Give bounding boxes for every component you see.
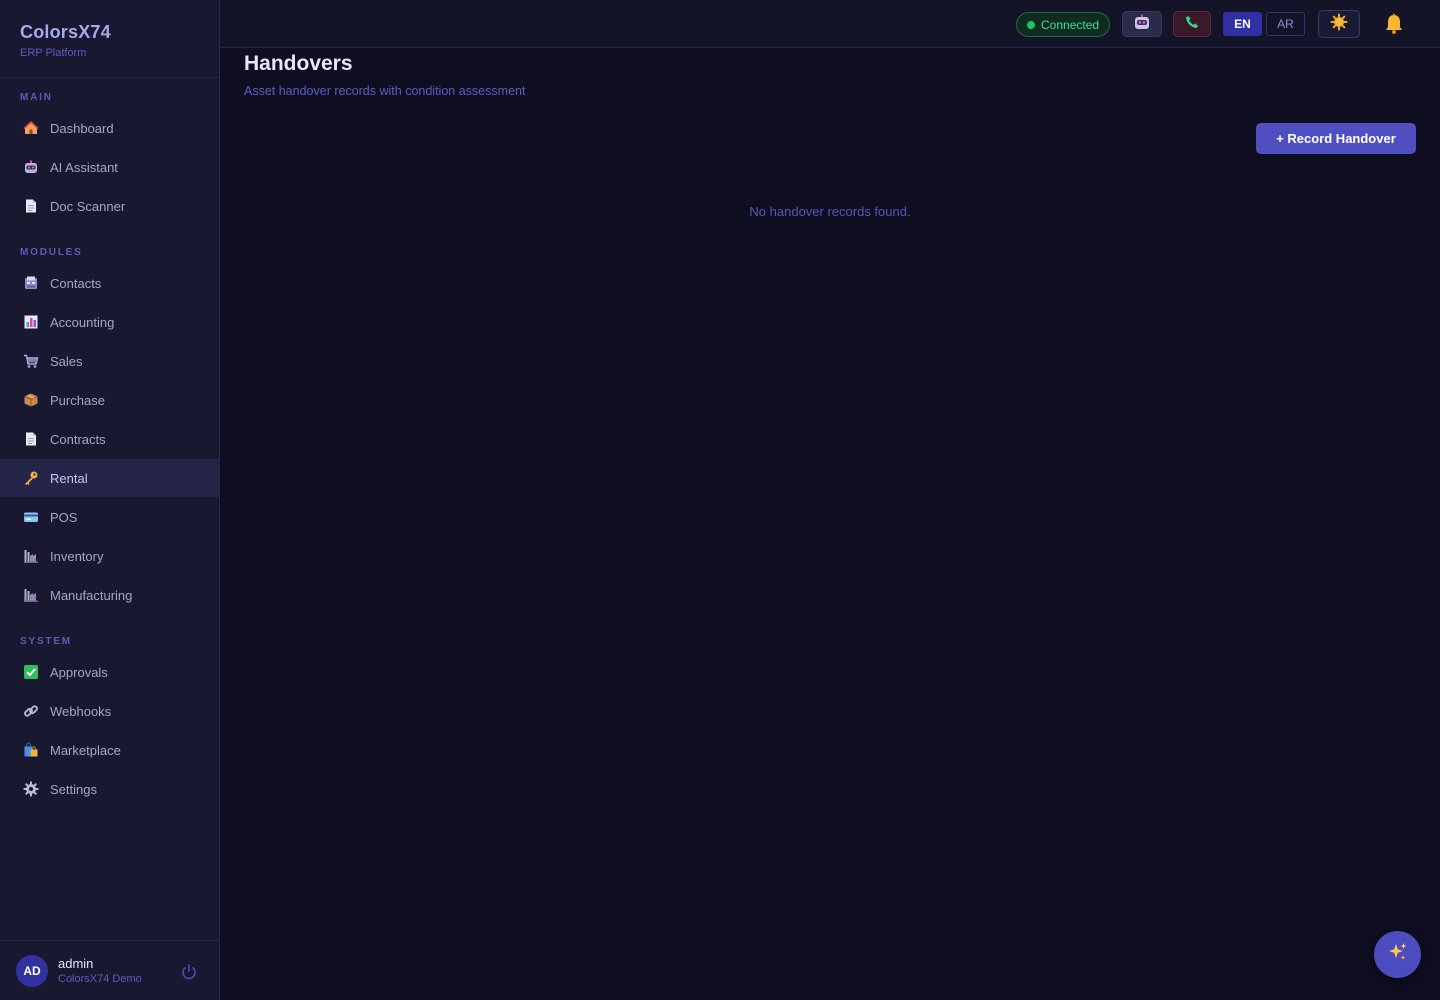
sidebar-item-purchase[interactable]: Purchase: [0, 381, 219, 419]
sidebar-item-label: Purchase: [50, 392, 105, 408]
sidebar-item-accounting[interactable]: Accounting: [0, 303, 219, 341]
sidebar-item-contacts[interactable]: Contacts: [0, 264, 219, 302]
brand: ColorsX74 ERP Platform: [0, 0, 219, 78]
sidebar-item-dashboard[interactable]: Dashboard: [0, 109, 219, 147]
call-button[interactable]: [1173, 11, 1211, 37]
cart-icon: [22, 352, 40, 370]
sidebar-item-sales[interactable]: Sales: [0, 342, 219, 380]
sidebar-item-doc-scanner[interactable]: Doc Scanner: [0, 187, 219, 225]
sidebar-item-label: AI Assistant: [50, 159, 118, 175]
gear-icon: [22, 780, 40, 798]
sidebar-item-label: Manufacturing: [50, 587, 133, 603]
sidebar: ColorsX74 ERP Platform MAIN Dashboard AI…: [0, 0, 220, 1000]
language-ar-button[interactable]: AR: [1266, 12, 1305, 36]
bar-chart-icon: [22, 313, 40, 331]
document-icon: [22, 197, 40, 215]
user-name: admin: [58, 956, 94, 971]
notifications-bell-icon[interactable]: [1384, 13, 1404, 35]
sidebar-item-approvals[interactable]: Approvals: [0, 653, 219, 691]
user-bar: AD admin ColorsX74 Demo: [0, 940, 219, 1000]
sidebar-item-contracts[interactable]: Contracts: [0, 420, 219, 458]
phone-icon: [1185, 15, 1199, 34]
sidebar-item-inventory[interactable]: Inventory: [0, 537, 219, 575]
language-en-button[interactable]: EN: [1223, 12, 1262, 36]
sidebar-item-label: Sales: [50, 353, 83, 369]
sidebar-item-settings[interactable]: Settings: [0, 770, 219, 808]
page-title: Handovers: [244, 52, 353, 75]
sidebar-item-label: Approvals: [50, 664, 108, 680]
connection-status-label: Connected: [1041, 17, 1100, 32]
record-handover-button[interactable]: + Record Handover: [1256, 123, 1416, 154]
sidebar-item-label: Webhooks: [50, 703, 112, 719]
sidebar-item-label: Rental: [50, 470, 88, 486]
sidebar-item-marketplace[interactable]: Marketplace: [0, 731, 219, 769]
sidebar-item-label: Accounting: [50, 314, 115, 330]
status-dot-icon: [1027, 20, 1035, 29]
robot-icon: [1133, 14, 1151, 35]
ai-sparkle-fab[interactable]: [1374, 931, 1421, 978]
connection-status-badge: Connected: [1016, 12, 1110, 37]
sidebar-item-label: POS: [50, 509, 78, 525]
key-icon: [22, 469, 40, 487]
credit-card-icon: [22, 508, 40, 526]
sidebar-item-pos[interactable]: POS: [0, 498, 219, 536]
section-label-main: MAIN: [20, 92, 53, 103]
avatar[interactable]: AD: [16, 954, 48, 987]
link-icon: [22, 702, 40, 720]
house-icon: [22, 119, 40, 137]
ai-assistant-button[interactable]: [1122, 11, 1162, 37]
sidebar-item-label: Marketplace: [50, 742, 121, 758]
shopping-bags-icon: [22, 741, 40, 759]
section-label-system: SYSTEM: [20, 636, 72, 647]
brand-title: ColorsX74: [20, 22, 111, 42]
section-label-modules: MODULES: [20, 247, 83, 258]
factory-icon: [22, 547, 40, 565]
user-info: admin ColorsX74 Demo: [58, 956, 142, 985]
sidebar-item-label: Inventory: [50, 548, 104, 564]
package-icon: [22, 391, 40, 409]
sidebar-item-label: Contracts: [50, 431, 106, 447]
sidebar-item-manufacturing[interactable]: Manufacturing: [0, 576, 219, 614]
sidebar-item-label: Doc Scanner: [50, 198, 126, 214]
sun-icon: [1330, 13, 1348, 36]
user-org: ColorsX74 Demo: [58, 973, 142, 985]
sidebar-item-label: Dashboard: [50, 120, 114, 136]
power-icon[interactable]: [180, 963, 198, 981]
factory-icon: [22, 586, 40, 604]
robot-icon: [22, 158, 40, 176]
sidebar-item-rental[interactable]: Rental: [0, 459, 219, 497]
check-box-icon: [22, 663, 40, 681]
contacts-icon: [22, 274, 40, 292]
sidebar-item-ai-assistant[interactable]: AI Assistant: [0, 148, 219, 186]
brand-subtitle: ERP Platform: [20, 47, 87, 59]
page-subtitle: Asset handover records with condition as…: [244, 84, 526, 98]
sidebar-item-webhooks[interactable]: Webhooks: [0, 692, 219, 730]
sparkles-icon: [1387, 941, 1409, 968]
sidebar-item-label: Settings: [50, 781, 97, 797]
theme-toggle-button[interactable]: [1318, 10, 1360, 38]
empty-state-message: No handover records found.: [749, 204, 911, 219]
sidebar-item-label: Contacts: [50, 275, 102, 291]
topbar: Connected EN AR: [220, 0, 1440, 48]
document-icon: [22, 430, 40, 448]
